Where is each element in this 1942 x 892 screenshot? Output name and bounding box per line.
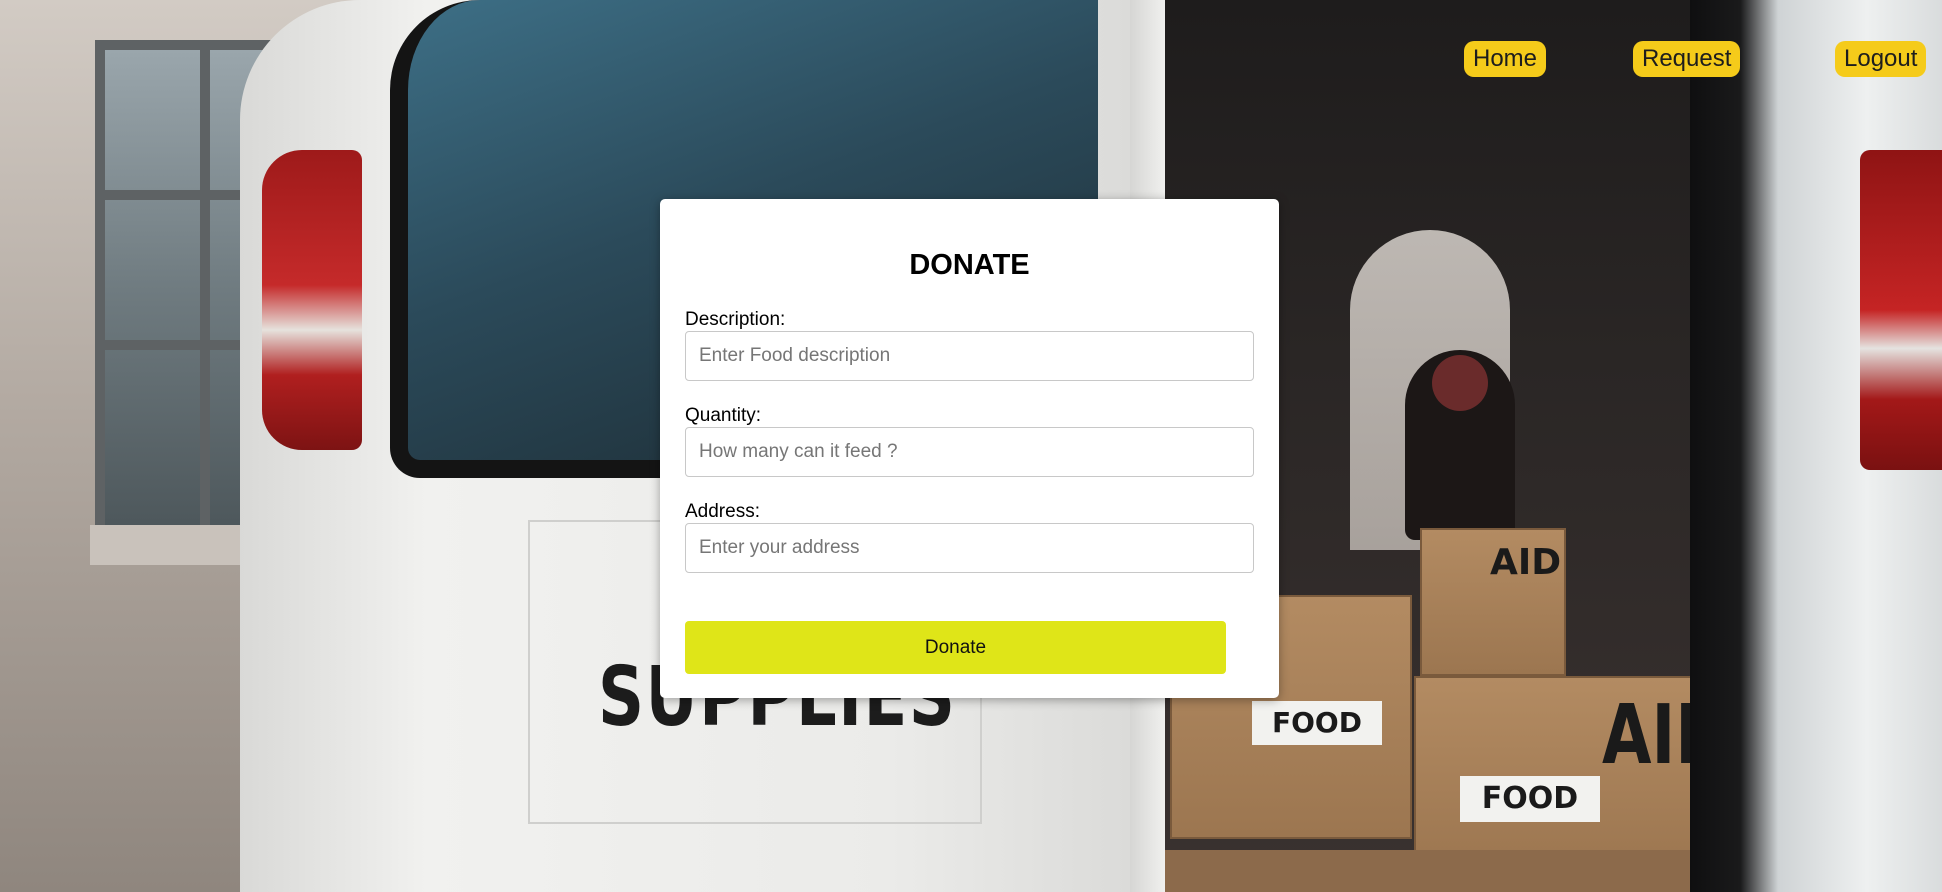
box-label: FOOD — [1460, 776, 1600, 822]
donate-form-card: DONATE Description: Quantity: Address: D… — [660, 199, 1279, 698]
box-label: FOOD — [1252, 701, 1382, 745]
donate-page: SUPPLIES AID FOOD AID FOOD Home Request … — [0, 0, 1942, 892]
cargo-box: AID — [1420, 528, 1566, 676]
address-input[interactable] — [685, 523, 1254, 573]
quantity-input[interactable] — [685, 427, 1254, 477]
form-title: DONATE — [909, 249, 1030, 281]
nav-home-link[interactable]: Home — [1464, 41, 1547, 77]
van-taillight-right — [1860, 150, 1942, 470]
person-head — [1432, 355, 1488, 411]
donate-button[interactable]: Donate — [685, 621, 1226, 674]
quantity-label: Quantity: — [685, 405, 762, 426]
van-taillight-left — [262, 150, 362, 450]
address-label: Address: — [685, 501, 760, 522]
nav-request-link[interactable]: Request — [1633, 41, 1741, 77]
box-stamp: AID — [1490, 542, 1562, 583]
nav-logout-link[interactable]: Logout — [1835, 41, 1927, 77]
description-input[interactable] — [685, 331, 1254, 381]
description-label: Description: — [685, 309, 786, 330]
